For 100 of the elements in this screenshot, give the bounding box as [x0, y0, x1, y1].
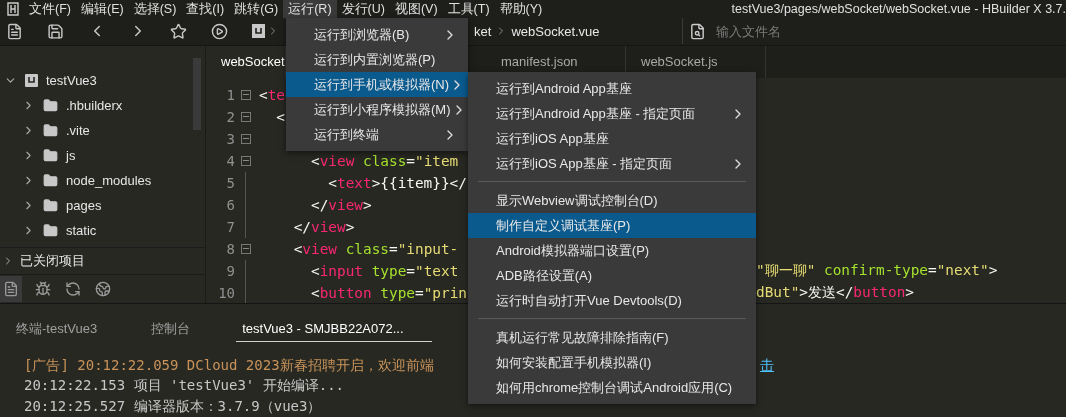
- menu-item[interactable]: 运行时自动打开Vue Devtools(D): [468, 288, 756, 313]
- menu-item[interactable]: 真机运行常见故障排除指南(F): [468, 325, 756, 350]
- console-line: 20:12:25.527 编译器版本：3.7.9（vue3）: [24, 397, 322, 416]
- scrollbar[interactable]: [193, 57, 201, 130]
- code-text: </view>: [309, 196, 372, 213]
- breadcrumb-item[interactable]: webSocket.vue: [511, 23, 600, 39]
- menu-item[interactable]: Android模拟器端口设置(P): [468, 238, 756, 263]
- bug-icon[interactable]: [34, 279, 52, 298]
- line-number: 8: [225, 240, 236, 257]
- menu-item[interactable]: 运行到iOS App基座 - 指定页面: [468, 151, 756, 176]
- menu-item[interactable]: 如何安装配置手机模拟器(I): [468, 350, 756, 375]
- menu-item[interactable]: 跳转(G): [229, 0, 284, 18]
- line-number: 7: [225, 218, 236, 235]
- console-line: 20:12:22.153 项目 'testVue3' 开始编译...: [24, 377, 344, 396]
- project-icon: [25, 73, 38, 87]
- menu-item[interactable]: 帮助(Y): [494, 0, 548, 18]
- tree-item-label: pages: [66, 197, 102, 213]
- search-field[interactable]: 输入文件名: [713, 22, 1018, 40]
- folder-icon: [43, 172, 58, 188]
- line-number: 6: [225, 196, 236, 213]
- folder-icon: [43, 197, 58, 213]
- code-text: <button type="prin: [309, 284, 467, 301]
- tree-item[interactable]: static: [0, 217, 205, 243]
- tree-item-label: js: [66, 147, 76, 163]
- fold-icon[interactable]: [241, 243, 251, 254]
- tree-item[interactable]: node_modules: [0, 167, 205, 193]
- globe-icon[interactable]: [94, 279, 112, 298]
- menu-item[interactable]: 发行(U): [336, 0, 390, 18]
- tree-item-label: .vite: [66, 122, 90, 138]
- line-number: 10: [217, 284, 236, 301]
- menu-item[interactable]: 运行到手机或模拟器(N): [286, 72, 468, 97]
- console-link[interactable]: 击: [760, 356, 774, 375]
- folder-icon: [43, 147, 58, 163]
- code-text: <view class="input-: [292, 240, 459, 257]
- menu-item[interactable]: 显示Webview调试控制台(D): [468, 188, 756, 213]
- line-number: 1: [225, 86, 236, 103]
- code-text: <input type="text: [309, 262, 459, 279]
- code-text: </view>: [292, 218, 355, 235]
- tree-item-label: static: [66, 222, 97, 238]
- fold-icon[interactable]: [241, 111, 251, 122]
- menu-item[interactable]: 编辑(E): [75, 0, 129, 18]
- menu-item[interactable]: 运行到内置浏览器(P): [286, 47, 468, 72]
- menu-item[interactable]: 查找(I): [181, 0, 230, 18]
- line-number: 9: [225, 262, 236, 279]
- window-title: testVue3/pages/webSocket/webSocket.vue - HBuilder X 3.7.: [731, 2, 1066, 16]
- menu-item[interactable]: 运行到Android App基座: [468, 76, 756, 101]
- panel-tab[interactable]: 终端-testVue3: [10, 315, 104, 342]
- menu-item[interactable]: 运行到浏览器(B): [286, 22, 468, 47]
- folder-icon: [43, 97, 58, 113]
- section-header[interactable]: 已关闭项目: [0, 246, 205, 274]
- tree-item[interactable]: .vite: [0, 117, 205, 143]
- menu-item[interactable]: 工具(T): [442, 0, 495, 18]
- line-number: 2: [225, 108, 236, 125]
- line-number: 3: [225, 130, 236, 147]
- code-text: dBut">发送</button>: [756, 283, 914, 302]
- file-list-icon[interactable]: [0, 275, 22, 302]
- project-icon: [251, 24, 266, 39]
- tree-item[interactable]: js: [0, 142, 205, 168]
- search-icon: [688, 22, 706, 40]
- menu-item[interactable]: 如何用chrome控制台调试Android应用(C): [468, 375, 756, 400]
- star-icon[interactable]: [169, 22, 188, 41]
- tree-item[interactable]: pages: [0, 192, 205, 218]
- menu-item[interactable]: 视图(V): [389, 0, 443, 18]
- new-file-icon[interactable]: [6, 22, 24, 41]
- menu-item[interactable]: 运行到终端: [286, 122, 468, 147]
- menu-item[interactable]: 文件(F): [24, 0, 76, 18]
- tree-item-label: 已关闭项目: [20, 251, 85, 270]
- line-number: 4: [225, 152, 236, 169]
- editor-tab[interactable]: webSocket: [206, 45, 286, 78]
- menu-item[interactable]: 运行(R): [283, 0, 337, 18]
- save-icon[interactable]: [46, 22, 65, 41]
- code-text: <te: [259, 86, 285, 103]
- code-text: <: [275, 108, 285, 125]
- code-text: "聊一聊" confirm-type="next">: [756, 261, 998, 280]
- menu-item[interactable]: 运行到iOS App基座: [468, 126, 756, 151]
- tree-item-label: .hbuilderx: [66, 97, 123, 113]
- menu-item[interactable]: ADB路径设置(A): [468, 263, 756, 288]
- tree-item[interactable]: .hbuilderx: [0, 92, 205, 118]
- fold-icon[interactable]: [241, 133, 251, 144]
- breadcrumb-item[interactable]: ket: [474, 23, 492, 39]
- menu-item[interactable]: 运行到小程序模拟器(M): [286, 97, 468, 122]
- tree-item[interactable]: testVue3: [0, 67, 205, 93]
- fold-icon[interactable]: [241, 89, 251, 100]
- tree-item-label: node_modules: [66, 172, 152, 188]
- fold-icon[interactable]: [241, 155, 251, 166]
- folder-icon: [43, 222, 58, 238]
- refresh-icon[interactable]: [64, 279, 82, 298]
- line-number: 5: [225, 174, 236, 191]
- menu-item[interactable]: 运行到Android App基座 - 指定页面: [468, 101, 756, 126]
- panel-tab[interactable]: testVue3 - SMJBB22A072...: [236, 315, 433, 342]
- folder-icon: [43, 122, 58, 138]
- menu-item[interactable]: 制作自定义调试基座(P): [468, 213, 756, 238]
- menu-item[interactable]: 选择(S): [128, 0, 182, 18]
- tree-item-label: testVue3: [46, 72, 97, 88]
- app-logo-icon: [6, 2, 20, 16]
- console-line: [广告] 20:12:22.059 DCloud 2023新春招聘开启，欢迎前端: [24, 356, 435, 375]
- panel-tab[interactable]: 控制台: [145, 315, 197, 342]
- code-text: <view class="item: [309, 152, 459, 169]
- play-icon[interactable]: [210, 22, 229, 41]
- code-text: <text>{{item}}</: [327, 174, 467, 191]
